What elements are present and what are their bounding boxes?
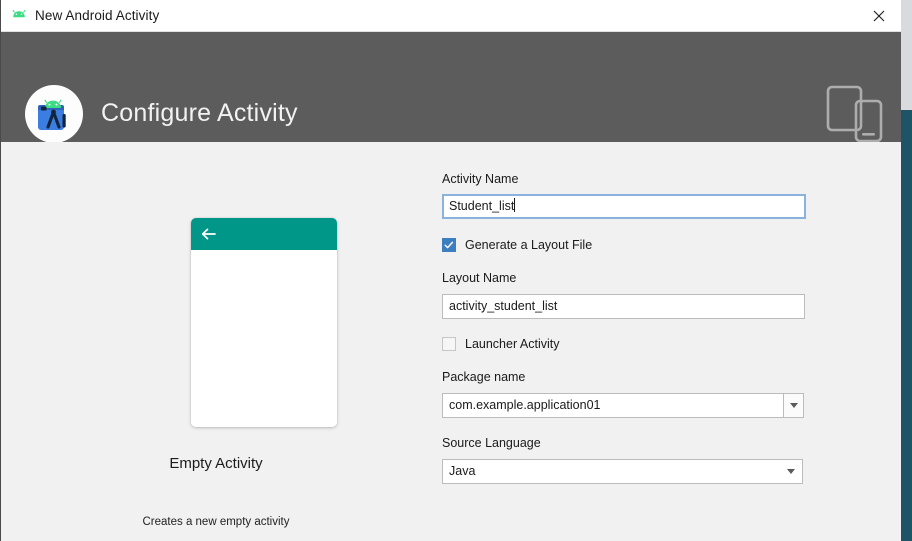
template-name: Empty Activity (169, 455, 263, 472)
background-window-edge-top (901, 0, 912, 110)
dialog-header-banner: Configure Activity (1, 32, 901, 144)
dialog-body: Empty Activity Creates a new empty activ… (1, 142, 901, 541)
dialog-title: New Android Activity (35, 8, 160, 23)
source-language-label: Source Language (442, 436, 541, 450)
close-icon[interactable] (856, 0, 901, 31)
activity-name-value: Student_list (449, 199, 515, 213)
chevron-down-icon[interactable] (783, 393, 804, 418)
source-language-combobox[interactable]: Java (442, 459, 803, 484)
source-language-value: Java (449, 464, 476, 478)
layout-name-input[interactable]: activity_student_list (442, 294, 805, 319)
tablet-and-phone-icon (826, 85, 888, 143)
generate-layout-file-checkbox[interactable]: Generate a Layout File (442, 237, 592, 253)
package-name-combobox[interactable]: com.example.application01 (442, 393, 804, 418)
chevron-down-icon[interactable] (787, 460, 795, 483)
android-robot-icon (10, 8, 28, 24)
preview-app-bar (191, 218, 337, 250)
template-preview-panel: Empty Activity Creates a new empty activ… (1, 142, 431, 541)
package-name-label: Package name (442, 370, 526, 384)
launcher-activity-checkbox[interactable]: Launcher Activity (442, 336, 560, 352)
launcher-activity-label: Launcher Activity (465, 337, 560, 351)
configure-activity-form: Activity Name Student_list Generate a La… (442, 142, 822, 541)
generate-layout-file-label: Generate a Layout File (465, 238, 593, 252)
android-studio-logo-icon (24, 84, 84, 144)
background-window-edge (901, 110, 912, 541)
template-description: Creates a new empty activity (142, 516, 290, 528)
package-name-value: com.example.application01 (449, 398, 601, 412)
dialog-title-bar: New Android Activity (1, 0, 901, 32)
layout-name-value: activity_student_list (449, 299, 558, 313)
checkbox-unchecked-icon (442, 337, 456, 351)
back-arrow-icon (201, 227, 216, 241)
checkbox-checked-icon (442, 238, 456, 252)
new-android-activity-dialog: New Android Activity Configure Activity … (0, 0, 901, 541)
activity-preview-thumbnail (191, 218, 337, 427)
text-caret (514, 198, 516, 212)
activity-name-label: Activity Name (442, 172, 519, 186)
activity-name-input[interactable]: Student_list (442, 194, 806, 219)
preview-content-area (191, 250, 337, 427)
page-title: Configure Activity (101, 99, 298, 127)
layout-name-label: Layout Name (442, 271, 517, 285)
